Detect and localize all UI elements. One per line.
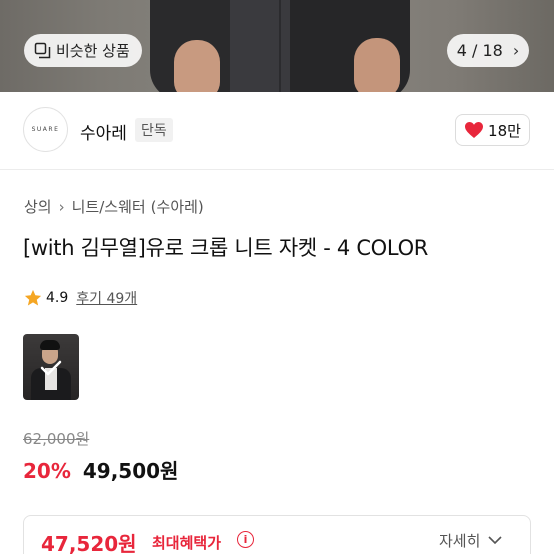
- similar-products-button[interactable]: 비슷한 상품: [24, 34, 142, 67]
- brand-row: SUARE 수아레 단독 18만: [0, 92, 554, 170]
- reviews-link[interactable]: 후기 49개: [76, 288, 137, 308]
- sale-price: 49,500원: [82, 459, 179, 483]
- product-title: [with 김무열]유로 크롭 니트 자켓 - 4 COLOR: [23, 236, 429, 260]
- breadcrumb-brand[interactable]: (수아레): [151, 196, 204, 217]
- check-icon: [40, 360, 62, 376]
- image-counter: 4 / 18: [456, 41, 503, 60]
- rating-row: 4.9 후기 49개: [24, 288, 137, 308]
- product-image[interactable]: 비슷한 상품 4 / 18 ›: [0, 0, 554, 92]
- breadcrumb: 상의 › 니트/스웨터 (수아레): [24, 196, 204, 217]
- like-button[interactable]: 18만: [455, 114, 530, 146]
- original-price: 62,000원: [23, 430, 90, 448]
- chevron-down-icon: [488, 536, 502, 545]
- rating-score: 4.9: [46, 290, 69, 306]
- image-hand-left: [174, 40, 220, 92]
- chevron-right-icon: ›: [512, 41, 520, 60]
- breadcrumb-category[interactable]: 상의: [24, 196, 52, 217]
- similar-products-label: 비슷한 상품: [56, 42, 130, 60]
- color-thumbnail[interactable]: [23, 334, 79, 400]
- similar-products-icon: [34, 42, 51, 59]
- chevron-right-icon: ›: [58, 197, 65, 216]
- image-counter-button[interactable]: 4 / 18 ›: [447, 34, 529, 67]
- brand-logo-text: SUARE: [31, 126, 60, 133]
- info-icon[interactable]: i: [237, 531, 254, 548]
- max-benefit-label: 최대혜택가: [152, 534, 222, 552]
- brand-logo[interactable]: SUARE: [23, 107, 68, 152]
- max-benefit-price: 47,520원: [41, 532, 137, 554]
- exclusive-badge: 단독: [135, 118, 173, 142]
- details-label: 자세히: [439, 532, 481, 550]
- like-count: 18만: [488, 121, 521, 140]
- thumbnail-hair: [40, 340, 60, 350]
- breadcrumb-subcategory[interactable]: 니트/스웨터: [72, 196, 146, 217]
- star-icon: [24, 289, 42, 306]
- heart-icon: [465, 122, 484, 138]
- price-row: 20% 49,500원: [23, 455, 178, 484]
- discount-rate: 20%: [23, 459, 71, 483]
- image-seam: [279, 0, 281, 92]
- details-button[interactable]: 자세히: [439, 530, 502, 551]
- image-hand-right: [354, 38, 400, 92]
- max-benefit-box[interactable]: 47,520원 최대혜택가 i 자세히: [23, 515, 531, 554]
- brand-name[interactable]: 수아레: [80, 119, 127, 144]
